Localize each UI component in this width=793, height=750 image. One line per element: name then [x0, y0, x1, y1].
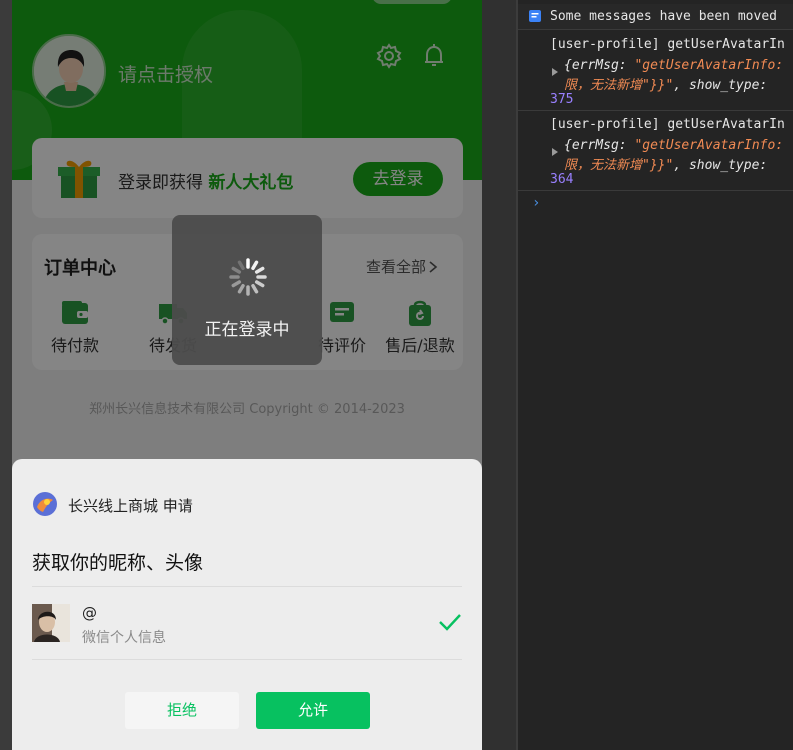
checkmark-icon[interactable]	[438, 612, 462, 632]
log-key: {errMsg:	[564, 138, 635, 153]
authorization-title: 获取你的昵称、头像	[32, 552, 204, 574]
console-banner-text: Some messages have been moved	[550, 9, 777, 24]
loading-spinner-icon	[229, 258, 267, 296]
log-key: , show_type:	[673, 158, 768, 173]
reject-button[interactable]: 拒绝	[125, 692, 239, 729]
expand-caret-icon[interactable]	[552, 148, 558, 156]
authorization-sheet: 长兴线上商城 申请 获取你的昵称、头像 @ 微信个人信息 拒绝 允许	[12, 459, 482, 750]
log-key: {errMsg:	[564, 58, 635, 73]
divider	[32, 659, 462, 660]
allow-button[interactable]: 允许	[256, 692, 370, 729]
mini-program-simulator: 请点击授权 登录即获得 新人大礼包 去登录 订单中心 查看全部 待付款 待评价 …	[12, 0, 482, 750]
console-log-source: [user-profile] getUserAvatarIn	[550, 117, 785, 132]
loading-toast-text: 正在登录中	[204, 320, 290, 340]
simulator-frame	[0, 0, 12, 750]
user-nickname: @	[82, 604, 97, 622]
console-log-line-number[interactable]: 375	[550, 92, 573, 107]
log-string: "getUserAvatarInfo:	[634, 138, 784, 153]
console-log-entry[interactable]: [user-profile] getUserAvatarIn {errMsg: …	[518, 31, 793, 111]
panel-gutter	[482, 0, 518, 750]
log-string: 限，无法新增"}}"	[564, 158, 674, 173]
expand-caret-icon[interactable]	[552, 68, 558, 76]
console-info-banner: Some messages have been moved	[518, 4, 793, 30]
requesting-app-name: 长兴线上商城 申请	[68, 497, 193, 515]
app-logo-icon	[33, 492, 57, 516]
console-log-source: [user-profile] getUserAvatarIn	[550, 37, 785, 52]
console-log-detail-cont: 限，无法新增"}}", show_type:	[564, 74, 767, 93]
user-avatar-thumbnail	[32, 604, 70, 642]
console-log-detail-cont: 限，无法新增"}}", show_type:	[564, 154, 767, 173]
user-info-source: 微信个人信息	[82, 630, 166, 646]
screen: 请点击授权 登录即获得 新人大礼包 去登录 订单中心 查看全部 待付款 待评价 …	[0, 0, 793, 750]
console-log-entry[interactable]: [user-profile] getUserAvatarIn {errMsg: …	[518, 111, 793, 191]
console-log-detail: {errMsg: "getUserAvatarInfo:	[564, 58, 783, 73]
user-photo-icon	[32, 604, 70, 642]
divider	[32, 586, 462, 587]
log-string: 限，无法新增"}}"	[564, 78, 674, 93]
info-message-icon	[529, 10, 541, 22]
console-log-line-number[interactable]: 364	[550, 172, 573, 187]
log-key: , show_type:	[673, 78, 768, 93]
console-input-prompt[interactable]: ›	[532, 195, 540, 211]
console-log-detail: {errMsg: "getUserAvatarInfo:	[564, 138, 783, 153]
loading-toast: 正在登录中	[172, 215, 322, 365]
log-string: "getUserAvatarInfo:	[634, 58, 784, 73]
devtools-console: Some messages have been moved [user-prof…	[518, 0, 793, 750]
